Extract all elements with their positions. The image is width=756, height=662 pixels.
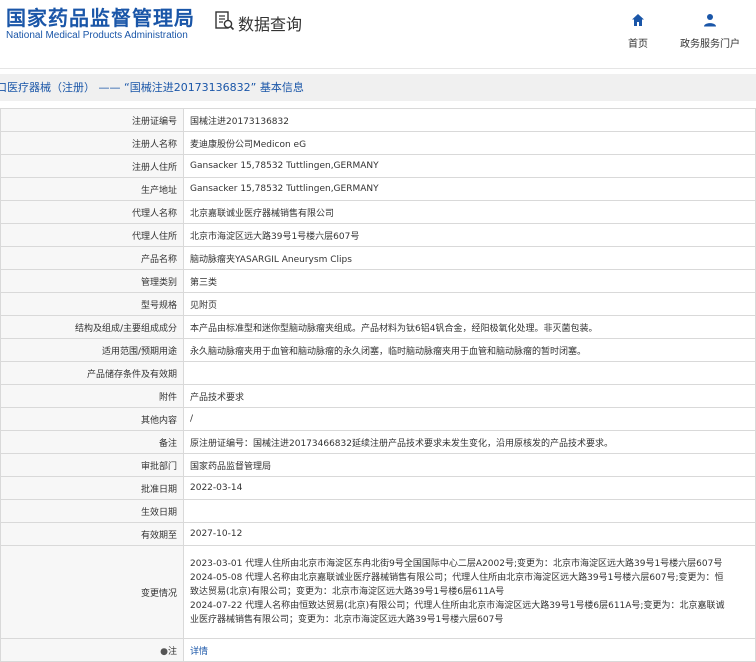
field-label: 注册证编号 — [0, 108, 184, 132]
details-link[interactable]: 详情 — [190, 647, 208, 657]
field-value: 第三类 — [183, 269, 756, 293]
table-row: 注册人名称 麦迪康股份公司Medicon eG — [0, 131, 756, 155]
field-value: 产品技术要求 — [183, 384, 756, 408]
table-row: 注册人住所 Gansacker 15,78532 Tuttlingen,GERMA… — [0, 154, 756, 178]
field-value: 脑动脉瘤夹YASARGIL Aneurysm Clips — [183, 246, 756, 270]
field-value: 本产品由标准型和迷你型脑动脉瘤夹组成。产品材料为钛6铝4钒合金，经阳极氧化处理。… — [183, 315, 756, 339]
table-row: 代理人名称 北京嘉联诚业医疗器械销售有限公司 — [0, 200, 756, 224]
field-value: 永久脑动脉瘤夹用于血管和脑动脉瘤的永久闭塞，临时脑动脉瘤夹用于血管和脑动脉瘤的暂… — [183, 338, 756, 362]
nav-service-portal[interactable]: 政务服务门户 — [680, 8, 740, 50]
field-label: 产品储存条件及有效期 — [0, 361, 184, 385]
registration-info-table: 注册证编号 国械注进20173136832 注册人名称 麦迪康股份公司Medicon … — [0, 108, 756, 662]
field-label: 型号规格 — [0, 292, 184, 316]
table-row: ●注 详情 — [0, 638, 756, 662]
pin-icon: ● — [160, 646, 168, 657]
field-value: 北京嘉联诚业医疗器械销售有限公司 — [183, 200, 756, 224]
change-line: 2024-05-08 代理人名称由北京嘉联诚业医疗器械销售有限公司；代理人住所由… — [190, 573, 724, 583]
table-row: 变更情况 2023-03-01 代理人住所由北京市海淀区东冉北街9号全国国际中心二… — [0, 545, 756, 639]
change-line: 2024-07-22 代理人名称由恒致达贸易(北京)有限公司；代理人住所由北京市… — [190, 601, 725, 611]
field-label: 其他内容 — [0, 407, 184, 431]
field-label: 代理人名称 — [0, 200, 184, 224]
field-value: 北京市海淀区远大路39号1号楼六层607号 — [183, 223, 756, 247]
user-icon — [703, 13, 717, 30]
field-value: 国械注进20173136832 — [183, 108, 756, 132]
header-divider — [0, 68, 756, 69]
field-value: 2022-03-14 — [183, 476, 756, 500]
field-label: 附件 — [0, 384, 184, 408]
table-row: 有效期至 2027-10-12 — [0, 522, 756, 546]
field-label: 生产地址 — [0, 177, 184, 201]
site-logo-english[interactable]: National Medical Products Administration — [6, 30, 188, 41]
note-label-cell: ●注 — [0, 638, 184, 662]
field-value: 2027-10-12 — [183, 522, 756, 546]
table-row: 附件 产品技术要求 — [0, 384, 756, 408]
field-label: 管理类别 — [0, 269, 184, 293]
table-row: 产品名称 脑动脉瘤夹YASARGIL Aneurysm Clips — [0, 246, 756, 270]
field-value: 国家药品监督管理局 — [183, 453, 756, 477]
page-title-text: 口医疗器械（注册） —— “国械注进20173136832” 基本信息 — [0, 81, 304, 94]
field-label: 生效日期 — [0, 499, 184, 523]
field-value — [183, 361, 756, 385]
site-logo-chinese[interactable]: 国家药品监督管理局 — [6, 2, 195, 31]
field-value: / — [183, 407, 756, 431]
table-row: 管理类别 第三类 — [0, 269, 756, 293]
table-row: 结构及组成/主要组成成分 本产品由标准型和迷你型脑动脉瘤夹组成。产品材料为钛6铝4… — [0, 315, 756, 339]
field-label: 适用范围/预期用途 — [0, 338, 184, 362]
field-value: 麦迪康股份公司Medicon eG — [183, 131, 756, 155]
field-label: 注册人名称 — [0, 131, 184, 155]
table-row: 适用范围/预期用途 永久脑动脉瘤夹用于血管和脑动脉瘤的永久闭塞，临时脑动脉瘤夹用于… — [0, 338, 756, 362]
nav-home[interactable]: 首页 — [628, 8, 648, 50]
field-label: 批准日期 — [0, 476, 184, 500]
nav-portal-label: 政务服务门户 — [680, 39, 740, 50]
table-row: 备注 原注册证编号：国械注进20173466832延续注册产品技术要求未发生变化，… — [0, 430, 756, 454]
table-row: 批准日期 2022-03-14 — [0, 476, 756, 500]
note-label: 注 — [167, 646, 177, 657]
site-header: 国家药品监督管理局 National Medical Products Admi… — [0, 0, 756, 58]
table-row: 代理人住所 北京市海淀区远大路39号1号楼六层607号 — [0, 223, 756, 247]
field-value: Gansacker 15,78532 Tuttlingen,GERMANY — [183, 177, 756, 201]
table-row: 审批部门 国家药品监督管理局 — [0, 453, 756, 477]
field-label: 产品名称 — [0, 246, 184, 270]
note-value: 详情 — [183, 638, 756, 662]
nav-home-label: 首页 — [628, 39, 648, 50]
field-value: 见附页 — [183, 292, 756, 316]
field-label: 注册人住所 — [0, 154, 184, 178]
table-row: 产品储存条件及有效期 — [0, 361, 756, 385]
home-icon — [631, 13, 645, 30]
page-title: 口医疗器械（注册） —— “国械注进20173136832” 基本信息 — [0, 74, 756, 101]
field-label: 有效期至 — [0, 522, 184, 546]
section-title: 数据查询 — [238, 15, 303, 34]
field-value: Gansacker 15,78532 Tuttlingen,GERMANY — [183, 154, 756, 178]
field-label: 代理人住所 — [0, 223, 184, 247]
field-label: 备注 — [0, 430, 184, 454]
field-label: 结构及组成/主要组成成分 — [0, 315, 184, 339]
section-heading: 数据查询 — [215, 10, 302, 36]
change-line: 致达贸易(北京)有限公司；变更为：北京市海淀区远大路39号1号楼6层611A号 — [190, 587, 505, 597]
table-row: 型号规格 见附页 — [0, 292, 756, 316]
data-query-icon — [215, 10, 235, 36]
table-row: 生产地址 Gansacker 15,78532 Tuttlingen,GERMAN… — [0, 177, 756, 201]
table-row: 注册证编号 国械注进20173136832 — [0, 108, 756, 132]
changes-label: 变更情况 — [0, 545, 184, 639]
field-label: 审批部门 — [0, 453, 184, 477]
change-line: 2023-03-01 代理人住所由北京市海淀区东冉北街9号全国国际中心二层A20… — [190, 559, 723, 569]
field-value — [183, 499, 756, 523]
field-value: 原注册证编号：国械注进20173466832延续注册产品技术要求未发生变化，沿用… — [183, 430, 756, 454]
changes-value: 2023-03-01 代理人住所由北京市海淀区东冉北街9号全国国际中心二层A20… — [183, 545, 756, 639]
table-row: 其他内容 / — [0, 407, 756, 431]
change-line: 业医疗器械销售有限公司；变更为：北京市海淀区远大路39号1号楼六层607号 — [190, 615, 504, 625]
table-row: 生效日期 — [0, 499, 756, 523]
